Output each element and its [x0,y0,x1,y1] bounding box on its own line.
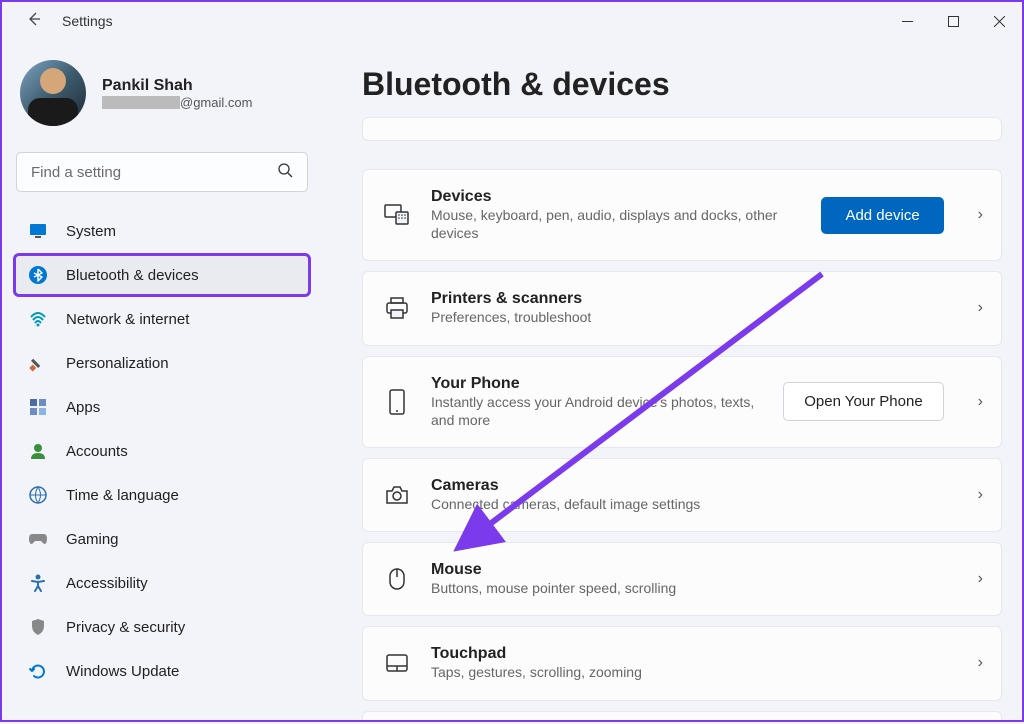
accessibility-icon [28,573,48,593]
title-bar: Settings [2,2,1022,40]
stub-card [362,117,1002,141]
back-button[interactable] [26,11,42,32]
page-title: Bluetooth & devices [362,66,1002,103]
sidebar-item-bluetooth[interactable]: Bluetooth & devices [14,254,310,296]
bluetooth-icon [28,265,48,285]
card-title: Your Phone [431,375,763,393]
user-info: Pankil Shah @gmail.com [102,77,252,110]
window-controls [884,5,1022,37]
avatar [20,60,86,126]
sidebar-item-label: Gaming [66,531,119,548]
card-printers[interactable]: Printers & scanners Preferences, trouble… [362,271,1002,345]
card-content: Touchpad Taps, gestures, scrolling, zoom… [431,645,950,681]
card-sub: Connected cameras, default image setting… [431,495,950,513]
sidebar-item-accessibility[interactable]: Accessibility [14,562,310,604]
chevron-right-icon: › [978,206,983,224]
search-placeholder: Find a setting [31,164,121,181]
accounts-icon [28,441,48,461]
card-sub: Mouse, keyboard, pen, audio, displays an… [431,206,801,242]
sidebar-item-label: Privacy & security [66,619,185,636]
card-content: Cameras Connected cameras, default image… [431,477,950,513]
sidebar-item-label: Personalization [66,355,169,372]
sidebar-item-label: Bluetooth & devices [66,267,199,284]
card-touchpad[interactable]: Touchpad Taps, gestures, scrolling, zoom… [362,626,1002,700]
chevron-right-icon: › [978,654,983,672]
camera-icon [383,481,411,509]
card-title: Mouse [431,561,950,579]
sidebar-item-label: Time & language [66,487,179,504]
update-icon [28,661,48,681]
sidebar-item-label: System [66,223,116,240]
chevron-right-icon: › [978,299,983,317]
card-mouse[interactable]: Mouse Buttons, mouse pointer speed, scro… [362,542,1002,616]
search-input[interactable]: Find a setting [16,152,308,192]
card-devices[interactable]: Devices Mouse, keyboard, pen, audio, dis… [362,169,1002,261]
user-card[interactable]: Pankil Shah @gmail.com [14,54,310,144]
sidebar-item-apps[interactable]: Apps [14,386,310,428]
card-content: Mouse Buttons, mouse pointer speed, scro… [431,561,950,597]
card-cameras[interactable]: Cameras Connected cameras, default image… [362,458,1002,532]
minimize-button[interactable] [884,5,930,37]
sidebar-item-label: Network & internet [66,311,189,328]
sidebar-item-label: Apps [66,399,100,416]
card-sub: Preferences, troubleshoot [431,308,950,326]
time-language-icon [28,485,48,505]
card-title: Devices [431,188,801,206]
window-title: Settings [62,13,113,29]
close-button[interactable] [976,5,1022,37]
main: Bluetooth & devices Devices Mouse, keybo… [322,40,1022,720]
gaming-icon [28,529,48,549]
user-name: Pankil Shah [102,77,252,95]
card-sub: Taps, gestures, scrolling, zooming [431,663,950,681]
sidebar-item-personalization[interactable]: Personalization [14,342,310,384]
apps-icon [28,397,48,417]
sidebar-item-label: Windows Update [66,663,179,680]
card-content: Your Phone Instantly access your Android… [431,375,763,429]
user-email: @gmail.com [102,95,252,110]
email-suffix: @gmail.com [180,95,252,110]
card-sub: Instantly access your Android device's p… [431,393,763,429]
email-redacted [102,96,180,109]
sidebar-item-accounts[interactable]: Accounts [14,430,310,472]
card-content: Printers & scanners Preferences, trouble… [431,290,950,326]
sidebar-item-network[interactable]: Network & internet [14,298,310,340]
chevron-right-icon: › [978,486,983,504]
sidebar-item-update[interactable]: Windows Update [14,650,310,692]
sidebar-item-label: Accounts [66,443,128,460]
card-pen[interactable]: Pen & Windows Ink Right-handed or left-h… [362,711,1002,721]
touchpad-icon [383,649,411,677]
title-left: Settings [26,11,113,32]
mouse-icon [383,565,411,593]
card-phone[interactable]: Your Phone Instantly access your Android… [362,356,1002,448]
sidebar-item-gaming[interactable]: Gaming [14,518,310,560]
open-your-phone-button[interactable]: Open Your Phone [783,382,943,421]
card-title: Printers & scanners [431,290,950,308]
privacy-icon [28,617,48,637]
search-icon [277,162,293,183]
maximize-button[interactable] [930,5,976,37]
nav-list: System Bluetooth & devices Network & int… [14,210,310,692]
sidebar: Pankil Shah @gmail.com Find a setting Sy… [2,40,322,720]
card-title: Cameras [431,477,950,495]
chevron-right-icon: › [978,570,983,588]
card-content: Devices Mouse, keyboard, pen, audio, dis… [431,188,801,242]
content: Pankil Shah @gmail.com Find a setting Sy… [2,40,1022,720]
devices-icon [383,201,411,229]
printer-icon [383,294,411,322]
sidebar-item-label: Accessibility [66,575,148,592]
network-icon [28,309,48,329]
personalization-icon [28,353,48,373]
card-title: Touchpad [431,645,950,663]
phone-icon [383,388,411,416]
system-icon [28,221,48,241]
search-wrap: Find a setting [16,152,308,192]
card-sub: Buttons, mouse pointer speed, scrolling [431,579,950,597]
chevron-right-icon: › [978,393,983,411]
add-device-button[interactable]: Add device [821,197,943,234]
sidebar-item-privacy[interactable]: Privacy & security [14,606,310,648]
sidebar-item-system[interactable]: System [14,210,310,252]
sidebar-item-time-language[interactable]: Time & language [14,474,310,516]
